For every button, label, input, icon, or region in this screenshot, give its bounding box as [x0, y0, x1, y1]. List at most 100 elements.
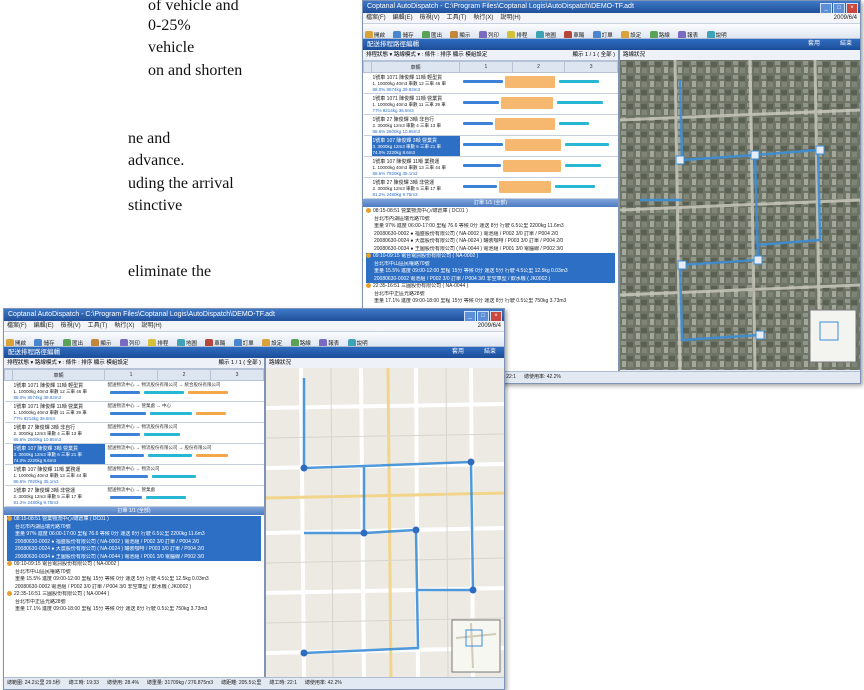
- toolbar-button[interactable]: 訂單: [233, 337, 254, 346]
- menu-file[interactable]: 檔案(F): [7, 323, 27, 329]
- close-icon[interactable]: ×: [846, 3, 858, 13]
- toolbar-button[interactable]: 報表: [678, 29, 698, 38]
- menu-edit[interactable]: 編輯(E): [34, 323, 54, 329]
- map-marker-icon: [677, 260, 687, 270]
- menu-tools[interactable]: 工具(T): [447, 15, 467, 21]
- toolbar-button[interactable]: 設定: [262, 337, 282, 346]
- apply-button[interactable]: 套用: [452, 348, 464, 357]
- menu-run[interactable]: 執行(X): [473, 15, 493, 21]
- toolbar-button[interactable]: 顯示: [91, 337, 111, 346]
- menu-help[interactable]: 說明(H): [141, 323, 161, 329]
- tree-item[interactable]: 09:10-09:15 電台電訊股份有限公司 ( NA-0002 ): [7, 561, 261, 569]
- tree-item[interactable]: 08:15-08:51 營業物流中心/總倉庫 ( DC01 ): [366, 208, 615, 216]
- toolbar-button[interactable]: 設定: [621, 29, 641, 38]
- toolbar-button[interactable]: 排程: [507, 29, 527, 38]
- filter-bar: 排程狀態 ▾ 路線模式 ▾ : 條件 : 排序 顯示 模組設定 顯示 1 / 1 …: [363, 50, 618, 61]
- table-row[interactable]: 1號車 107 陳俊輝 11噸 業務運 1. 10000kg 40m3 車數 13…: [4, 464, 264, 486]
- table-row[interactable]: 1號車 1071 陳俊輝 11噸 輕型貨 1. 10000kg 40m3 車數 1…: [4, 380, 264, 402]
- table-row[interactable]: 1號車 27 陳俊輝 3噸 非自行 2. 3000kg 12m3 車數 4 三車 …: [363, 114, 618, 136]
- table-row[interactable]: 1號車 27 陳俊輝 3噸 非營運 2. 3000kg 12m3 車數 5 三車 …: [363, 177, 618, 199]
- minimize-icon[interactable]: _: [464, 311, 476, 321]
- menu-tools[interactable]: 工具(T): [88, 323, 108, 329]
- toolbar-button[interactable]: 列印: [478, 29, 499, 38]
- table-row[interactable]: 1號車 1071 陳俊輝 11噸 營業貨 1. 10000kg 40m3 車數 1…: [363, 93, 618, 115]
- tree-item[interactable]: 20080630-0002 電池組 / P002 3/0 訂單 / P004 3…: [366, 275, 615, 283]
- tree-item-selected[interactable]: 09:10-09:15 電台電訊股份有限公司 ( NA-0002 ): [366, 253, 615, 261]
- table-row-selected[interactable]: 1號車 107 陳俊輝 3噸 營業貨 3. 3000kg 12m3 車數 6 三車…: [4, 443, 264, 465]
- menu-help[interactable]: 說明(H): [500, 15, 520, 21]
- toolbar-button[interactable]: 列印: [119, 337, 140, 346]
- tree-item-selected[interactable]: 08:15-08:51 營業物流中心/總倉庫 ( DC01 ): [7, 516, 261, 524]
- table-row[interactable]: 1號車 107 陳俊輝 11噸 業務運 1. 10000kg 40m3 車數 13…: [363, 156, 618, 178]
- grid-header: 2: [157, 369, 211, 381]
- window-title: Coptanal AutoDispatch - C:\Program Files…: [367, 3, 634, 10]
- toolbar-button[interactable]: 說明: [347, 337, 368, 346]
- satellite-map-pane[interactable]: 路線狀況: [620, 50, 860, 372]
- tree-item[interactable]: 20080630-0024 ● 大農股份有限公司 ( NA-0024 ) 罐裝咖…: [7, 546, 261, 554]
- grid-header: 2: [511, 61, 566, 73]
- toolbar-button[interactable]: 車輛: [205, 337, 225, 346]
- tree-item[interactable]: 22:35-16:51 三圓股份有限公司 ( NA-0044 ): [7, 591, 261, 599]
- toolbar-button[interactable]: 開啟: [6, 337, 26, 346]
- menu-view[interactable]: 檢視(V): [420, 15, 440, 21]
- toolbar-button[interactable]: 儲存: [34, 337, 54, 346]
- menu-edit[interactable]: 編輯(E): [393, 15, 413, 21]
- doc-line: on and shorten: [148, 62, 243, 79]
- maximize-icon[interactable]: □: [833, 3, 845, 13]
- close-icon[interactable]: ×: [490, 311, 502, 321]
- toolbar-button[interactable]: 地圖: [535, 29, 556, 38]
- tree-item: 台北市中山區民權路70號: [15, 568, 71, 575]
- grid-header: 1: [459, 61, 513, 73]
- maximize-icon[interactable]: □: [477, 311, 489, 321]
- toolbar-button[interactable]: 車輛: [564, 29, 584, 38]
- menu-file[interactable]: 檔案(F): [366, 15, 386, 21]
- app-window-streetmap: Coptanal AutoDispatch - C:\Program Files…: [3, 308, 505, 690]
- tree-item[interactable]: 20080630-0034 ● 王圖股份有限公司 ( NA-0044 ) 電池組…: [366, 246, 615, 254]
- toolbar-button[interactable]: 開啟: [365, 29, 385, 38]
- table-row-selected[interactable]: 1號車 107 陳俊輝 3噸 營業貨 3. 3000kg 12m3 車數 6 三車…: [363, 135, 618, 157]
- exit-button[interactable]: 結束: [484, 348, 496, 357]
- toolbar-button[interactable]: 地圖: [176, 337, 197, 346]
- menu-run[interactable]: 執行(X): [114, 323, 134, 329]
- tree-item[interactable]: 20080630-0002 ● 福盛股份有限公司 ( NA-0002 ) 電池組…: [7, 538, 261, 546]
- menu-view[interactable]: 檢視(V): [61, 323, 81, 329]
- toolbar-button[interactable]: 報表: [319, 337, 339, 346]
- map-marker-icon: [755, 330, 765, 340]
- map-marker-icon: [467, 458, 475, 466]
- toolbar-button[interactable]: 訂單: [592, 29, 613, 38]
- toolbar-button[interactable]: 說明: [706, 29, 727, 38]
- street-map[interactable]: [266, 368, 504, 678]
- orders-splitter[interactable]: 訂單 1/1 (全部): [363, 199, 618, 207]
- schedule-pane: 排程狀態 ▾ 路線模式 ▾ : 條件 : 排序 顯示 模組設定 顯示 1 / 1 …: [4, 358, 266, 678]
- toolbar-button[interactable]: 儲存: [393, 29, 413, 38]
- doc-line: uding the arrival: [128, 175, 234, 192]
- map-marker-icon: [675, 155, 685, 165]
- table-row[interactable]: 1號車 27 陳俊輝 3噸 非營運 2. 3000kg 12m3 車數 5 三車 …: [4, 485, 264, 507]
- tree-item[interactable]: 20080630-0024 ● 大農股份有限公司 ( NA-0024 ) 罐裝咖…: [366, 238, 615, 246]
- street-map-pane[interactable]: 路線狀況: [266, 358, 504, 678]
- panel-header: 配送排程路徑編輯 套用 結束: [4, 347, 504, 358]
- table-row[interactable]: 1號車 1071 陳俊輝 11噸 輕型貨 1. 10000kg 40m3 車數 1…: [363, 72, 618, 94]
- map-marker-icon: [360, 529, 368, 537]
- map-marker-icon: [750, 150, 760, 160]
- apply-button[interactable]: 套用: [808, 40, 820, 49]
- toolbar-button[interactable]: 路線: [290, 337, 311, 346]
- toolbar-button[interactable]: 匯出: [421, 29, 442, 38]
- table-row[interactable]: 1號車 1071 陳俊輝 11噸 營業貨 1. 10000kg 40m3 車數 1…: [4, 401, 264, 423]
- toolbar-button[interactable]: 路線: [649, 29, 670, 38]
- minimize-icon[interactable]: _: [820, 3, 832, 13]
- orders-splitter[interactable]: 訂單 1/1 (全部): [4, 507, 264, 515]
- tree-item[interactable]: 22:35-16:51 三圓股份有限公司 ( NA-0044 ): [366, 283, 615, 291]
- grid-header: 車輛: [371, 61, 460, 73]
- toolbar-button[interactable]: 顯示: [450, 29, 470, 38]
- schedule-grid: 車輛 1 2 3 1號車 1071 陳俊輝 11噸 輕型貨 1. 10000kg 40m…: [363, 61, 618, 199]
- tree-item[interactable]: 20080630-0034 ● 王圖股份有限公司 ( NA-0044 ) 電池組…: [7, 553, 261, 561]
- tree-item[interactable]: 20080630-0002 ● 福盛股份有限公司 ( NA-0002 ) 電池組…: [366, 231, 615, 239]
- table-row[interactable]: 1號車 27 陳俊輝 3噸 非自行 2. 3000kg 12m3 車數 4 三車 …: [4, 422, 264, 444]
- toolbar-button[interactable]: 排程: [148, 337, 168, 346]
- tree-item[interactable]: 20080630-0002 電池組 / P002 3/0 訂單 / P004 3…: [7, 584, 261, 592]
- satellite-map[interactable]: [620, 60, 860, 370]
- exit-button[interactable]: 結束: [840, 40, 852, 49]
- toolbar-button[interactable]: 匯出: [62, 337, 83, 346]
- menu-bar: 檔案(F) 編輯(E) 檢視(V) 工具(T) 執行(X) 說明(H) 2009/6/4: [4, 321, 504, 332]
